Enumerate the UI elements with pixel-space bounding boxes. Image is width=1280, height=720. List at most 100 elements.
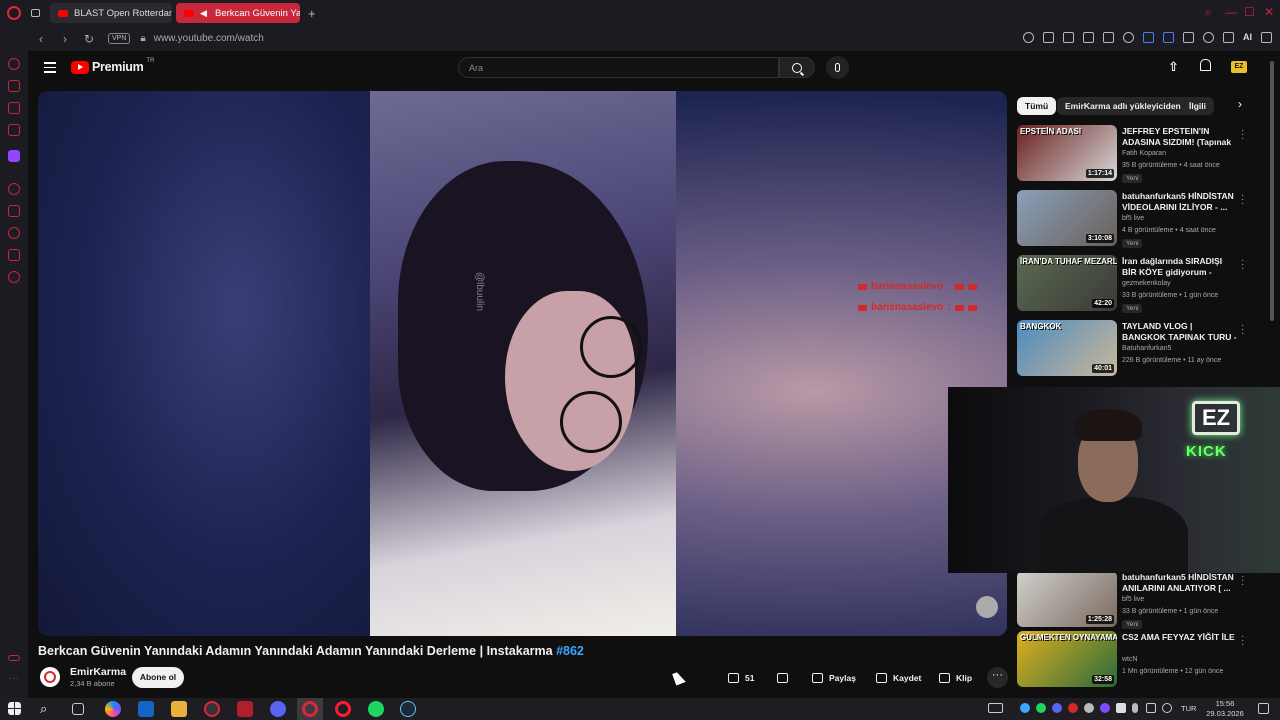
tray-spotify-icon[interactable] xyxy=(1036,703,1046,713)
share-button[interactable]: Paylaş xyxy=(812,667,856,688)
language-indicator[interactable]: TUR xyxy=(1181,704,1196,713)
close-button[interactable]: ✕ xyxy=(1264,5,1274,19)
touch-keyboard-icon[interactable] xyxy=(988,703,1003,713)
extensions-icon[interactable] xyxy=(1183,32,1194,43)
task-view-icon[interactable] xyxy=(72,703,84,715)
recommendation-title[interactable]: TAYLAND VLOG | BANGKOK TAPINAK TURU - Çİ… xyxy=(1122,321,1237,343)
recommendation-item[interactable]: İRAN'DA TUHAF MEZARLIK 42:20 İran dağların… xyxy=(1017,255,1252,315)
search-input[interactable] xyxy=(458,57,779,78)
recommendation-item[interactable]: GÜLMEKTEN OYNAYAMADIK 32:58 CS2 AMA FEYYAZ… xyxy=(1017,631,1252,691)
sidebar-wallet-icon[interactable] xyxy=(8,205,20,217)
outlook-icon[interactable] xyxy=(138,701,154,717)
new-tab-button[interactable]: + xyxy=(308,6,316,21)
zoom-icon[interactable] xyxy=(1023,32,1034,43)
play-icon[interactable] xyxy=(1103,32,1114,43)
steam-icon[interactable] xyxy=(400,701,416,717)
easy-setup-icon[interactable] xyxy=(1203,32,1214,43)
shield-icon[interactable] xyxy=(1083,32,1094,43)
notification-center-icon[interactable] xyxy=(1258,703,1269,714)
more-vert-icon[interactable]: · · · xyxy=(1241,632,1244,650)
recommendation-thumbnail[interactable]: BANGKOK 40:01 xyxy=(1017,320,1117,376)
volume-icon[interactable] xyxy=(1162,703,1172,713)
sidebar-ai-icon[interactable] xyxy=(8,58,20,70)
account-avatar[interactable]: EZ xyxy=(1231,61,1247,73)
back-button[interactable]: ‹ xyxy=(34,32,48,46)
tray-discord-icon[interactable] xyxy=(1052,703,1062,713)
dislike-button[interactable] xyxy=(777,667,788,688)
opera-taskbar-icon[interactable] xyxy=(335,701,351,717)
more-vert-icon[interactable]: · · · xyxy=(1241,572,1244,590)
search-button[interactable] xyxy=(779,57,815,78)
pin-icon[interactable] xyxy=(1043,32,1054,43)
more-vert-icon[interactable]: · · · xyxy=(1241,256,1244,274)
tray-app-icon[interactable] xyxy=(1084,703,1094,713)
speaker-icon[interactable]: ◀ xyxy=(200,8,209,18)
discord-icon[interactable] xyxy=(270,701,286,717)
subscribe-button[interactable]: Abone ol xyxy=(132,667,184,688)
tab-blast[interactable]: BLAST Open Rotterdam 20 xyxy=(50,3,172,23)
file-explorer-icon[interactable] xyxy=(171,701,187,717)
recommendation-item[interactable]: BANGKOK 40:01 TAYLAND VLOG | BANGKOK TAPIN… xyxy=(1017,320,1252,380)
sidebar-settings-icon[interactable] xyxy=(8,271,20,283)
tab-current-video[interactable]: ◀ Berkcan Güvenin Yanı xyxy=(176,3,300,23)
recommendation-title[interactable]: CS2 AMA FEYYAZ YİĞİT İLE xyxy=(1122,632,1237,643)
recommendation-channel[interactable]: Batuhanfurkan5 xyxy=(1122,345,1171,352)
maximize-button[interactable]: ☐ xyxy=(1244,5,1255,19)
microphone-tray-icon[interactable] xyxy=(1132,703,1138,713)
recommendation-title[interactable]: batuhanfurkan5 HİNDİSTAN ANILARINI ANLAT… xyxy=(1122,572,1237,594)
url-field[interactable]: www.youtube.com/watch xyxy=(154,33,264,44)
minimize-button[interactable]: — xyxy=(1225,5,1237,19)
menu-icon[interactable] xyxy=(1261,32,1272,43)
sidebar-mail-icon[interactable] xyxy=(8,124,20,136)
recommendation-item[interactable]: EPSTEİN ADASI 1:17:14 JEFFREY EPSTEIN'IN A… xyxy=(1017,125,1252,185)
recommendation-channel[interactable]: bf5 live xyxy=(1122,215,1144,222)
recommendation-thumbnail[interactable]: EPSTEİN ADASI 1:17:14 xyxy=(1017,125,1117,181)
tray-app-icon[interactable] xyxy=(1100,703,1110,713)
voicemeeter-icon[interactable] xyxy=(237,701,253,717)
opera-gx-taskbar-icon[interactable] xyxy=(302,701,318,717)
recommendation-title[interactable]: İran dağlarında SIRADIŞI BİR KÖYE gidiyo… xyxy=(1122,256,1237,278)
reload-button[interactable]: ↻ xyxy=(82,32,96,46)
tray-app-icon[interactable] xyxy=(1116,703,1126,713)
taskbar-clock[interactable]: 15:56 29.03.2026 xyxy=(1204,699,1246,719)
search-tabs-icon[interactable]: ⌕ xyxy=(1205,5,1212,20)
channel-watermark-icon[interactable] xyxy=(976,596,998,618)
scrollbar-thumb[interactable] xyxy=(1270,61,1274,321)
upload-icon[interactable]: ⇧ xyxy=(1168,59,1179,75)
taskbar-search-icon[interactable]: ⌕ xyxy=(40,701,56,717)
more-vert-icon[interactable]: · · · xyxy=(1241,191,1244,209)
sidebar-pinboard-icon[interactable] xyxy=(8,249,20,261)
recommendation-channel[interactable]: bf5 live xyxy=(1122,596,1144,603)
chip-from-uploader[interactable]: EmirKarma adlı yükleyiciden xyxy=(1057,97,1189,115)
obs-icon[interactable] xyxy=(204,701,220,717)
workspaces-icon[interactable] xyxy=(31,9,40,17)
vpn-badge[interactable]: VPN xyxy=(108,33,131,44)
start-button-icon[interactable] xyxy=(8,702,21,715)
recommendation-thumbnail[interactable]: İRAN'DA TUHAF MEZARLIK 42:20 xyxy=(1017,255,1117,311)
chips-next-icon[interactable]: › xyxy=(1238,97,1242,111)
recommendation-item[interactable]: 1:25:28 batuhanfurkan5 HİNDİSTAN ANILARIN… xyxy=(1017,571,1252,631)
translate-icon[interactable] xyxy=(1163,32,1174,43)
sidebar-gx-icon[interactable] xyxy=(8,655,20,661)
recommendation-thumbnail[interactable]: GÜLMEKTEN OYNAYAMADIK 32:58 xyxy=(1017,631,1117,687)
video-player[interactable]: @lbuulin barisnasaslevo : barisnasaslevo… xyxy=(38,91,1007,636)
youtube-logo[interactable]: Premium TR xyxy=(71,58,154,74)
sidebar-whatsapp-icon[interactable] xyxy=(8,102,20,114)
more-actions-button[interactable]: ··· xyxy=(987,667,1008,688)
more-vert-icon[interactable]: · · · xyxy=(1241,321,1244,339)
recommendation-thumbnail[interactable]: 1:25:28 xyxy=(1017,571,1117,627)
clip-button[interactable]: Klip xyxy=(939,667,972,688)
recommendation-channel[interactable]: gezmekenkolay xyxy=(1122,280,1171,287)
recommendation-item[interactable]: 3:10:08 batuhanfurkan5 HİNDİSTAN VİDEOLAR… xyxy=(1017,190,1252,250)
sidebar-player-icon[interactable] xyxy=(8,183,20,195)
snapshot-icon[interactable] xyxy=(1063,32,1074,43)
tray-app-icon[interactable] xyxy=(1020,703,1030,713)
copilot-icon[interactable] xyxy=(105,701,121,717)
recommendation-title[interactable]: batuhanfurkan5 HİNDİSTAN VİDEOLARINI İZL… xyxy=(1122,191,1237,213)
recommendation-thumbnail[interactable]: 3:10:08 xyxy=(1017,190,1117,246)
spotify-icon[interactable] xyxy=(368,701,384,717)
lock-icon[interactable]: 🔒︎ xyxy=(140,33,145,44)
notifications-bell-icon[interactable] xyxy=(1200,59,1211,71)
forward-button[interactable]: › xyxy=(58,32,72,46)
save-button[interactable]: Kaydet xyxy=(876,667,921,688)
